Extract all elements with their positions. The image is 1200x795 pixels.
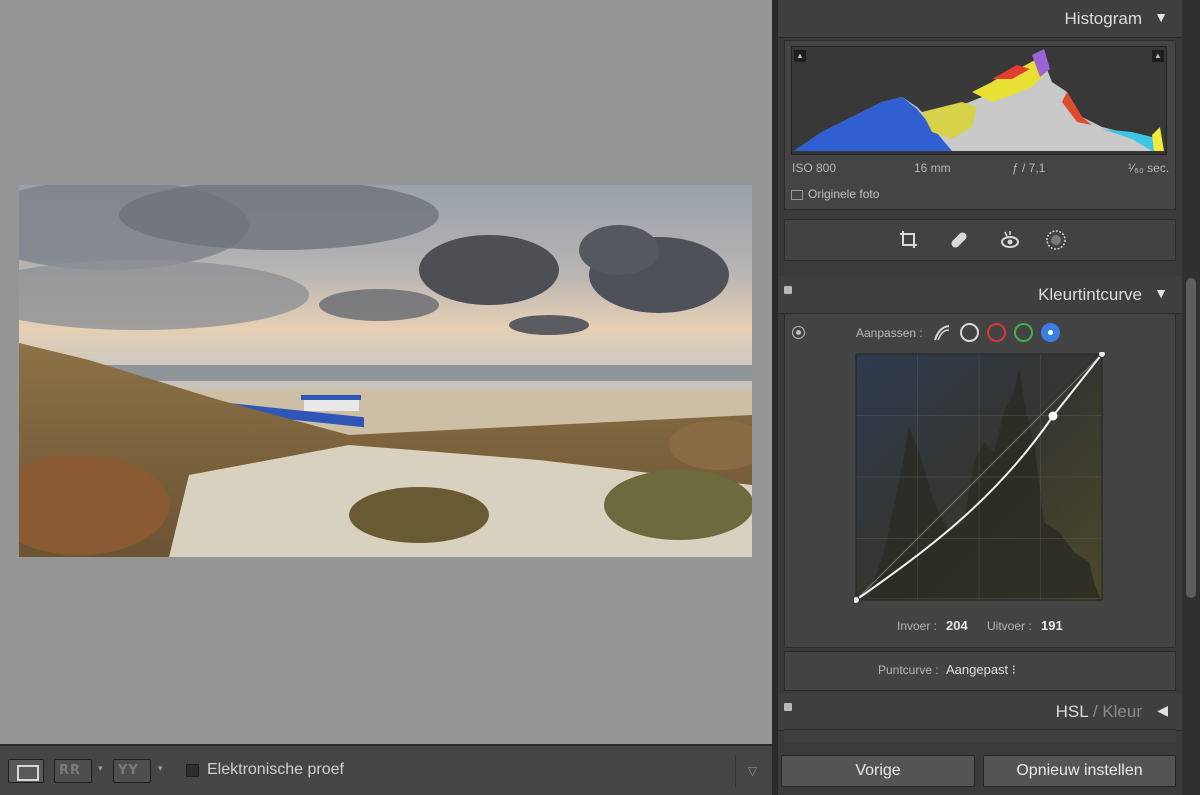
before-after-lr-dropdown-icon[interactable]: ▾ — [98, 763, 103, 774]
hsl-title-color[interactable]: Kleur — [1102, 702, 1142, 721]
tone-curve-graph[interactable] — [854, 352, 1106, 604]
photo-preview[interactable] — [19, 185, 752, 557]
histogram-collapse-icon[interactable]: ▼ — [1154, 9, 1168, 25]
before-after-left-right-button[interactable]: RR — [54, 759, 92, 783]
tone-curve-title: Kleurtintcurve — [1038, 285, 1142, 304]
beach-dunes-photo — [19, 185, 752, 557]
histogram-plot — [794, 49, 1164, 151]
soft-proof-checkbox[interactable] — [186, 764, 199, 777]
toolbar-menu-button[interactable]: ▽ — [735, 755, 769, 787]
before-after-top-bottom-button[interactable]: YY — [113, 759, 151, 783]
tone-curve-collapse-icon[interactable]: ▼ — [1154, 285, 1168, 301]
tone-curve-toggle-icon[interactable] — [784, 286, 792, 294]
channel-blue-selected-dot — [1048, 330, 1053, 335]
output-value: 191 — [1041, 618, 1063, 633]
crop-icon[interactable] — [898, 229, 920, 251]
previous-button[interactable]: Vorige — [781, 755, 975, 787]
hsl-header[interactable]: HSL / Kleur ◀ — [778, 693, 1182, 731]
hsl-title-slash: / — [1092, 702, 1098, 721]
histogram-header[interactable]: Histogram ▼ — [778, 0, 1182, 38]
point-curve-label: Puntcurve : — [878, 663, 939, 677]
hsl-expand-icon[interactable]: ◀ — [1157, 702, 1168, 719]
adjust-label: Aanpassen : — [856, 326, 923, 340]
hsl-title-hsl[interactable]: HSL — [1056, 702, 1088, 721]
loupe-view-button[interactable] — [8, 759, 44, 783]
parametric-curve-icon[interactable] — [932, 323, 952, 343]
before-after-tb-dropdown-icon[interactable]: ▾ — [158, 763, 163, 774]
channel-rgb-button[interactable] — [960, 323, 979, 342]
histogram-title: Histogram — [1064, 9, 1142, 28]
panel-scrollbar-thumb[interactable] — [1186, 278, 1196, 598]
original-photo-checkbox[interactable] — [791, 190, 803, 200]
toolbar-menu-icon: ▽ — [747, 764, 758, 778]
target-adjustment-icon[interactable] — [792, 326, 805, 339]
hsl-title: HSL / Kleur — [1056, 702, 1142, 722]
reset-button[interactable]: Opnieuw instellen — [983, 755, 1176, 787]
bottom-toolbar: RR ▾ YY ▾ — [0, 744, 772, 795]
point-curve-select[interactable]: Aangepast ⁝ — [946, 662, 1016, 678]
mask-icon[interactable] — [1045, 229, 1067, 251]
hsl-toggle-icon[interactable] — [784, 703, 792, 711]
focal-length-value: 16 mm — [914, 161, 951, 175]
histogram-graph[interactable]: ▲ ▲ — [791, 46, 1167, 155]
next-panel-separator — [784, 729, 1176, 743]
highlight-clipping-icon[interactable]: ▲ — [1152, 50, 1164, 62]
before-after-tb-icon: YY — [118, 763, 139, 778]
tool-strip — [784, 219, 1176, 261]
image-canvas[interactable] — [0, 0, 772, 744]
before-after-lr-icon: RR — [59, 763, 82, 778]
original-photo-label[interactable]: Originele foto — [808, 187, 879, 201]
channel-blue-button[interactable] — [1041, 323, 1060, 342]
redeye-icon[interactable] — [999, 229, 1021, 251]
output-label: Uitvoer : — [987, 619, 1032, 633]
shutter-speed-value: ¹⁄₆₀ sec. — [1128, 161, 1170, 175]
shadow-clipping-icon[interactable]: ▲ — [794, 50, 806, 62]
input-label: Invoer : — [897, 619, 938, 633]
input-value: 204 — [946, 618, 968, 633]
iso-value: ISO 800 — [792, 161, 837, 175]
channel-green-button[interactable] — [1014, 323, 1033, 342]
healing-icon[interactable] — [948, 229, 970, 251]
tone-curve-header[interactable]: Kleurtintcurve ▼ — [778, 276, 1182, 314]
channel-red-button[interactable] — [987, 323, 1006, 342]
soft-proof-label[interactable]: Elektronische proef — [207, 761, 344, 779]
aperture-value: ƒ / 7,1 — [1012, 161, 1046, 175]
